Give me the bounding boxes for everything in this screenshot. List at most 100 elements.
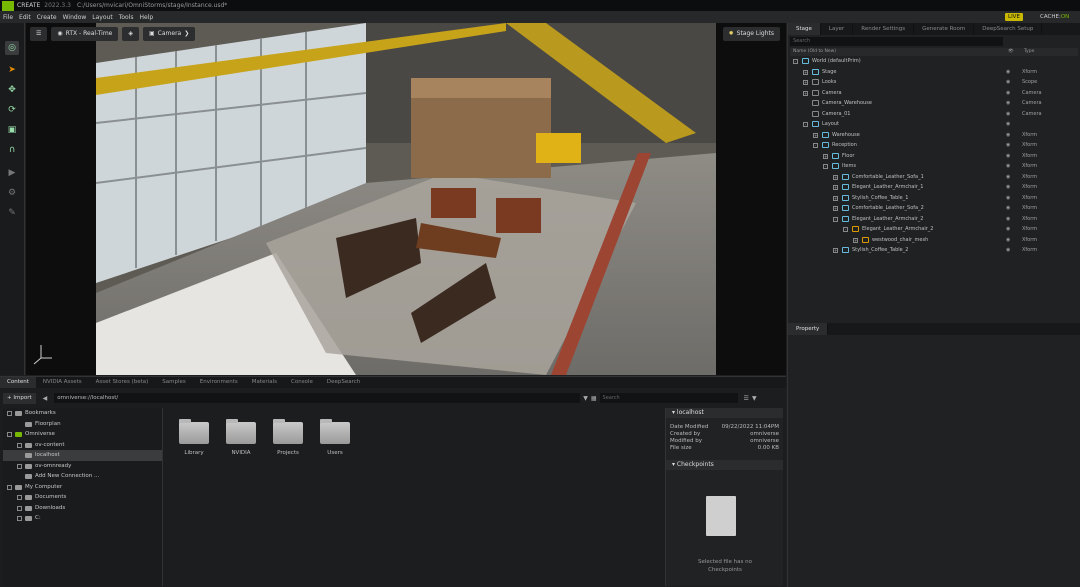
stage-tree-row[interactable]: + Stage ◉ Xform <box>788 67 1080 78</box>
display-options-button[interactable]: ◈ <box>122 27 139 41</box>
tab-environments[interactable]: Environments <box>193 377 245 388</box>
grid-view-icon[interactable]: ▦ <box>591 395 597 402</box>
expand-icon[interactable] <box>7 411 12 416</box>
expand-icon[interactable]: + <box>803 69 808 75</box>
visibility-eye-icon[interactable]: ◉ <box>1006 119 1010 130</box>
expand-icon[interactable]: + <box>833 195 838 201</box>
move-icon[interactable]: ✥ <box>5 83 19 97</box>
chevron-down-icon[interactable]: ▼ <box>583 395 588 402</box>
stage-tree-row[interactable]: + Camera ◉ Camera <box>788 88 1080 99</box>
visibility-eye-icon[interactable]: ◉ <box>1006 109 1010 120</box>
paint-icon[interactable]: ✎ <box>5 206 19 220</box>
expand-icon[interactable] <box>17 442 22 448</box>
visibility-eye-icon[interactable]: ◉ <box>1006 172 1010 183</box>
physics-icon[interactable]: ⚙ <box>5 186 19 200</box>
stage-tree-row[interactable]: + Looks ◉ Scope <box>788 77 1080 88</box>
rotate-icon[interactable]: ⟳ <box>5 103 19 117</box>
tab-property[interactable]: Property <box>788 323 829 335</box>
collapse-icon[interactable]: - <box>833 216 838 222</box>
visibility-eye-icon[interactable]: ◉ <box>1006 193 1010 204</box>
folder-tree-item[interactable]: My Computer <box>3 482 162 493</box>
expand-icon[interactable]: + <box>853 237 858 243</box>
tab-asset-stores[interactable]: Asset Stores (beta) <box>89 377 156 388</box>
menu-help[interactable]: Help <box>136 14 156 21</box>
tab-samples[interactable]: Samples <box>155 377 193 388</box>
expand-icon[interactable]: + <box>823 153 828 159</box>
tab-deepsearch-setup[interactable]: DeepSearch Setup <box>974 23 1043 35</box>
collapse-icon[interactable]: - <box>843 227 848 232</box>
snap-icon[interactable]: ∩ <box>5 143 19 157</box>
stage-tree-row[interactable]: + Floor ◉ Xform <box>788 151 1080 162</box>
folder-tree-item[interactable]: ov-omnready <box>3 461 162 472</box>
folder-tile[interactable]: NVIDIA <box>224 419 258 456</box>
stage-tree-row[interactable]: + Comfortable_Leather_Sofa_2 ◉ Xform <box>788 203 1080 214</box>
stage-tree-row[interactable]: - Items ◉ Xform <box>788 161 1080 172</box>
folder-tree-item[interactable]: Downloads <box>3 503 162 514</box>
visibility-eye-icon[interactable]: ◉ <box>1006 245 1010 256</box>
select-arrow-icon[interactable]: ➤ <box>5 63 19 77</box>
visibility-eye-icon[interactable]: ◉ <box>1006 88 1010 99</box>
folder-tree-item[interactable]: Bookmarks <box>3 408 162 419</box>
expand-icon[interactable]: + <box>813 132 818 138</box>
expand-icon[interactable]: + <box>833 206 838 211</box>
stage-tree-row[interactable]: - World (defaultPrim) <box>788 56 1080 67</box>
stage-tree-row[interactable]: Camera_Warehouse ◉ Camera <box>788 98 1080 109</box>
folder-tree-item[interactable]: ov-content <box>3 440 162 451</box>
content-search-input[interactable]: Search <box>599 393 738 403</box>
stage-tree-row[interactable]: - Layout ◉ <box>788 119 1080 130</box>
expand-icon[interactable]: + <box>833 174 838 180</box>
camera-menu-button[interactable]: ▣ Camera ❯ <box>143 27 196 41</box>
collapse-icon[interactable]: - <box>793 59 798 64</box>
visibility-eye-icon[interactable]: ◉ <box>1006 140 1010 151</box>
tab-layer[interactable]: Layer <box>821 23 854 35</box>
stage-tree-row[interactable]: - Elegant_Leather_Armchair_2 ◉ Xform <box>788 224 1080 235</box>
folder-tile[interactable]: Library <box>177 419 211 456</box>
stage-tree-row[interactable]: - Reception ◉ Xform <box>788 140 1080 151</box>
column-type[interactable]: Type <box>1024 48 1034 56</box>
visibility-eye-icon[interactable]: ◉ <box>1006 130 1010 141</box>
scale-icon[interactable]: ▣ <box>5 123 19 137</box>
stage-tree-row[interactable]: + Warehouse ◉ Xform <box>788 130 1080 141</box>
expand-icon[interactable] <box>17 463 22 469</box>
folder-tree-item[interactable]: Add New Connection ... <box>3 471 162 482</box>
expand-icon[interactable] <box>17 505 22 511</box>
viewport[interactable]: ☰ ◉ RTX - Real-Time ◈ ▣ Camera ❯ ✹ Stage Lig… <box>26 23 786 375</box>
folder-tile[interactable]: Projects <box>271 419 305 456</box>
stage-search-input[interactable]: Search <box>790 37 1003 46</box>
visibility-eye-icon[interactable]: ◉ <box>1006 182 1010 193</box>
list-view-icon[interactable]: ☰ <box>744 395 749 402</box>
visibility-eye-icon[interactable]: ◉ <box>1006 214 1010 225</box>
stage-tree-row[interactable]: + Comfortable_Leather_Sofa_1 ◉ Xform <box>788 172 1080 183</box>
folder-tree-item[interactable]: localhost <box>3 450 162 461</box>
visibility-eye-icon[interactable]: ◉ <box>1006 161 1010 172</box>
live-toggle[interactable]: LIVE <box>1005 13 1023 21</box>
expand-icon[interactable]: + <box>833 185 838 190</box>
visibility-eye-icon[interactable]: ◉ <box>1006 67 1010 78</box>
stage-lights-button[interactable]: ✹ Stage Lights <box>722 27 780 41</box>
menu-layout[interactable]: Layout <box>89 14 115 21</box>
menu-window[interactable]: Window <box>60 14 90 21</box>
folder-tree-item[interactable]: Floorplan <box>3 419 162 430</box>
folder-tree-item[interactable]: Omniverse <box>3 429 162 440</box>
visibility-eye-icon[interactable]: ◉ <box>1006 224 1010 235</box>
expand-icon[interactable] <box>7 484 12 490</box>
column-name[interactable]: Name (Old to New) <box>790 48 1008 56</box>
expand-icon[interactable]: + <box>803 90 808 96</box>
folder-tile[interactable]: Users <box>318 419 352 456</box>
folder-tree-item[interactable]: Documents <box>3 492 162 503</box>
cache-status[interactable]: CACHE:ON <box>1040 13 1069 21</box>
tab-render-settings[interactable]: Render Settings <box>853 23 915 35</box>
stage-tree-row[interactable]: Camera_01 ◉ Camera <box>788 109 1080 120</box>
expand-icon[interactable] <box>7 432 12 437</box>
collapse-icon[interactable]: - <box>823 164 828 169</box>
visibility-eye-icon[interactable]: ◉ <box>1006 151 1010 162</box>
tab-deepsearch[interactable]: DeepSearch <box>320 377 367 388</box>
tab-materials[interactable]: Materials <box>245 377 284 388</box>
stage-tree-row[interactable]: + westwood_chair_mesh ◉ Xform <box>788 235 1080 246</box>
collapse-icon[interactable]: - <box>813 143 818 148</box>
visibility-eye-icon[interactable]: ◉ <box>1006 203 1010 214</box>
menu-create[interactable]: Create <box>34 14 60 21</box>
tab-nvidia-assets[interactable]: NVIDIA Assets <box>36 377 89 388</box>
back-arrow-icon[interactable]: ◀ <box>39 395 52 402</box>
renderer-menu-button[interactable]: ◉ RTX - Real-Time <box>51 27 119 41</box>
